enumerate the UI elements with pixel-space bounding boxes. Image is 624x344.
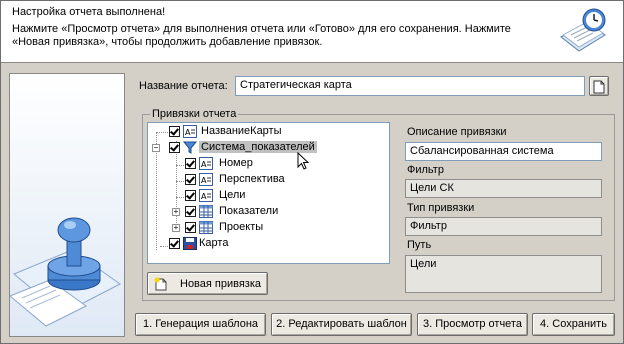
text-field-icon: A xyxy=(199,157,213,170)
node-label: Карта xyxy=(199,237,229,249)
node-checkbox[interactable] xyxy=(169,126,180,137)
preview-report-button[interactable]: 3. Просмотр отчета xyxy=(417,313,528,336)
report-wizard-window: Настройка отчета выполнена! Нажмите «Про… xyxy=(0,0,624,344)
bindings-tree[interactable]: A НазваниеКарты − Система_показателей A … xyxy=(147,122,390,264)
save-disk-icon xyxy=(183,237,197,250)
tree-node-nomer[interactable]: A Номер xyxy=(148,156,388,172)
node-label: Цели xyxy=(219,189,246,201)
svg-text:A: A xyxy=(201,160,207,169)
filter-label: Фильтр xyxy=(407,164,444,176)
node-label: Проекты xyxy=(219,221,264,233)
browse-report-button[interactable] xyxy=(589,76,609,96)
tree-node-sistema-pokazateley[interactable]: − Система_показателей xyxy=(148,140,388,156)
node-checkbox[interactable] xyxy=(169,142,180,153)
text-field-icon: A xyxy=(199,173,213,186)
expand-toggle[interactable]: + xyxy=(172,208,180,216)
node-label: Показатели xyxy=(219,205,279,217)
document-icon xyxy=(593,80,605,94)
node-checkbox[interactable] xyxy=(185,190,196,201)
stamp-illustration-icon xyxy=(10,217,121,327)
description-label: Описание привязки xyxy=(407,126,507,138)
wizard-header: Настройка отчета выполнена! Нажмите «Про… xyxy=(1,1,623,63)
report-name-label: Название отчета: xyxy=(139,80,228,92)
tree-node-perspektiva[interactable]: A Перспектива xyxy=(148,172,388,188)
svg-text:A: A xyxy=(201,192,207,201)
node-checkbox[interactable] xyxy=(185,158,196,169)
mouse-cursor-icon xyxy=(297,152,310,170)
tree-node-pokazateli[interactable]: + Показатели xyxy=(148,204,388,220)
node-checkbox[interactable] xyxy=(185,206,196,217)
header-instructions: Нажмите «Просмотр отчета» для выполнения… xyxy=(12,23,511,48)
path-field: Цели xyxy=(405,255,602,293)
node-label: Номер xyxy=(219,157,253,169)
report-name-input[interactable]: Стратегическая карта xyxy=(235,76,585,96)
node-label: НазваниеКарты xyxy=(201,125,282,137)
generate-template-button[interactable]: 1. Генерация шаблона xyxy=(135,313,266,336)
text-field-icon: A xyxy=(199,189,213,202)
node-checkbox[interactable] xyxy=(185,222,196,233)
filter-icon xyxy=(183,141,197,154)
filter-field: Цели СК xyxy=(405,179,602,198)
new-document-icon xyxy=(154,277,167,291)
node-checkbox[interactable] xyxy=(169,238,180,249)
table-icon xyxy=(199,221,213,234)
tree-node-karta[interactable]: Карта xyxy=(148,236,388,252)
binding-type-field: Фильтр xyxy=(405,217,602,236)
path-label: Путь xyxy=(407,239,432,251)
save-report-button[interactable]: 4. Сохранить xyxy=(532,313,615,336)
collapse-toggle[interactable]: − xyxy=(152,144,160,152)
table-icon xyxy=(199,205,213,218)
svg-text:A: A xyxy=(201,176,207,185)
tree-node-nazvaniekarty[interactable]: A НазваниеКарты xyxy=(148,124,388,140)
new-binding-button[interactable]: Новая привязка xyxy=(147,272,268,295)
node-checkbox[interactable] xyxy=(185,174,196,185)
wizard-side-illustration xyxy=(9,73,125,337)
tree-node-tseli[interactable]: A Цели xyxy=(148,188,388,204)
edit-template-button[interactable]: 2. Редактировать шаблон xyxy=(271,313,412,336)
expand-toggle[interactable]: + xyxy=(172,224,180,232)
tree-node-proekty[interactable]: + Проекты xyxy=(148,220,388,236)
new-binding-label: Новая привязка xyxy=(180,278,262,290)
report-clock-icon xyxy=(560,8,606,52)
binding-type-label: Тип привязки xyxy=(407,202,475,214)
svg-text:A: A xyxy=(185,128,191,137)
node-label: Перспектива xyxy=(219,173,285,185)
bindings-group-title: Привязки отчета xyxy=(150,108,239,120)
description-input[interactable]: Сбалансированная система xyxy=(405,142,602,161)
text-field-icon: A xyxy=(183,125,197,138)
header-title: Настройка отчета выполнена! xyxy=(12,6,166,18)
